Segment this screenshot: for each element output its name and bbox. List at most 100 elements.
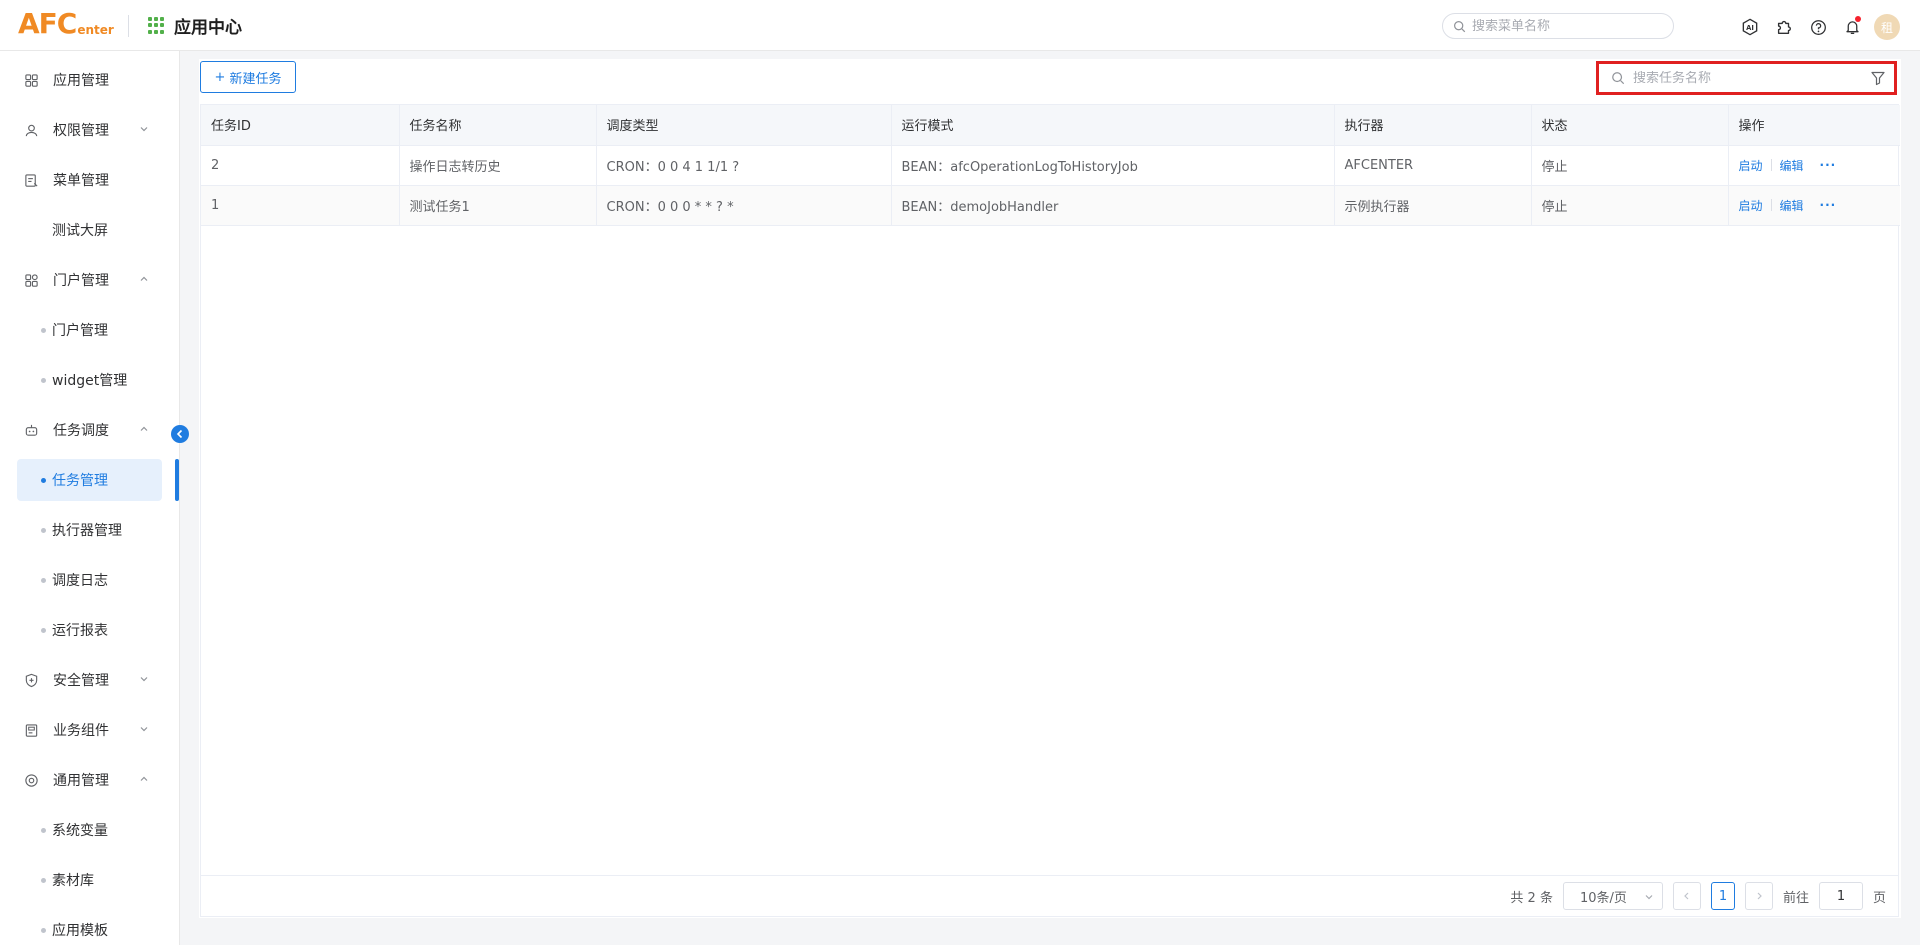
app-center-label: 应用中心	[174, 18, 242, 38]
edit-task-link[interactable]: 编辑	[1780, 157, 1804, 174]
task-search-box[interactable]	[1596, 61, 1897, 95]
task-management-panel: + 新建任务 任务ID 任务名称 调度类型 运行模式 执行器 状态 操作	[199, 59, 1901, 918]
sidebar-item[interactable]: 业务组件	[17, 709, 162, 751]
puzzle-icon[interactable]	[1774, 17, 1794, 37]
cell-status: 停止	[1531, 145, 1729, 186]
col-header-schedule-type: 调度类型	[596, 105, 892, 146]
sidebar-item-label: 任务管理	[52, 473, 108, 489]
portal-icon	[23, 272, 39, 288]
bullet-dot-icon	[41, 527, 46, 533]
sidebar-item[interactable]: 运行报表	[17, 609, 162, 651]
sidebar-item[interactable]: 素材库	[17, 859, 162, 901]
col-header-actions: 操作	[1728, 105, 1900, 146]
bullet-dot-icon	[41, 477, 46, 483]
chevron-up-icon	[138, 273, 150, 285]
plus-icon: +	[214, 69, 226, 85]
header-divider	[128, 15, 129, 37]
action-divider	[1770, 199, 1772, 211]
menu-search-input[interactable]	[1472, 18, 1652, 34]
start-task-link[interactable]: 启动	[1739, 157, 1763, 174]
next-page-button[interactable]	[1744, 882, 1773, 910]
bullet-dot-icon	[41, 927, 46, 933]
sidebar-item[interactable]: 门户管理	[17, 309, 162, 351]
sidebar: 应用管理 权限管理 菜单管理 测试大屏 门户管理 门户管理 widget管理 任务调度 任务管理…	[0, 51, 180, 945]
table-header-row: 任务ID 任务名称 调度类型 运行模式 执行器 状态 操作	[201, 105, 1900, 146]
sidebar-item-label: widget管理	[52, 373, 128, 389]
task-table: 任务ID 任务名称 调度类型 运行模式 执行器 状态 操作 2 操作日志转历史 …	[200, 104, 1900, 917]
sidebar-item-label: 应用管理	[53, 73, 109, 89]
search-icon	[1612, 72, 1625, 85]
sidebar-item[interactable]: 菜单管理	[17, 159, 162, 201]
more-actions-icon[interactable]: ···	[1820, 158, 1837, 172]
ai-icon[interactable]: AI	[1740, 17, 1760, 37]
sidebar-item[interactable]: 系统变量	[17, 809, 162, 851]
bell-icon[interactable]	[1842, 16, 1862, 37]
sidebar-item[interactable]: 调度日志	[17, 559, 162, 601]
app-center-switcher[interactable]: 应用中心	[148, 13, 242, 38]
new-task-button[interactable]: + 新建任务	[200, 61, 296, 93]
app-grid-icon	[148, 16, 166, 35]
sidebar-item[interactable]: 权限管理	[17, 109, 162, 151]
sidebar-item-label: 系统变量	[52, 823, 108, 839]
bullet-dot-icon	[41, 827, 46, 833]
chevron-up-icon	[138, 773, 150, 785]
menu-doc-icon	[23, 172, 39, 188]
sidebar-item-label: 安全管理	[53, 673, 109, 689]
sidebar-item[interactable]: 任务调度	[17, 409, 162, 451]
filter-icon[interactable]	[1870, 70, 1886, 86]
sidebar-item[interactable]: 任务管理	[17, 459, 162, 501]
goto-page-input[interactable]	[1818, 882, 1863, 910]
cell-task-id: 1	[201, 185, 400, 226]
user-icon	[23, 122, 39, 138]
sidebar-item[interactable]: widget管理	[17, 359, 162, 401]
more-actions-icon[interactable]: ···	[1820, 198, 1837, 212]
sidebar-item-label: 调度日志	[52, 573, 108, 589]
sidebar-item[interactable]: 应用模板	[17, 909, 162, 945]
pagination-divider	[201, 875, 1898, 876]
svg-text:AI: AI	[1746, 24, 1754, 32]
menu-search-box[interactable]	[1442, 13, 1674, 39]
sidebar-active-indicator	[175, 459, 179, 501]
sidebar-item-label: 门户管理	[53, 273, 109, 289]
component-icon	[23, 722, 39, 738]
edit-task-link[interactable]: 编辑	[1780, 197, 1804, 214]
sidebar-item[interactable]: 测试大屏	[17, 209, 162, 251]
sidebar-item-label: 通用管理	[53, 773, 109, 789]
sidebar-item[interactable]: 通用管理	[17, 759, 162, 801]
afcenter-logo[interactable]: AFC enter	[18, 8, 114, 40]
sidebar-item-label: 菜单管理	[53, 173, 109, 189]
sidebar-item[interactable]: 安全管理	[17, 659, 162, 701]
sidebar-item-label: 任务调度	[53, 423, 109, 439]
sidebar-item-label: 执行器管理	[52, 523, 122, 539]
sidebar-item-label: 权限管理	[53, 123, 109, 139]
cell-task-name: 测试任务1	[399, 185, 597, 226]
task-search-input[interactable]	[1633, 70, 1863, 86]
sidebar-item-label: 素材库	[52, 873, 94, 889]
search-icon	[1454, 20, 1466, 32]
page-suffix: 页	[1872, 890, 1886, 906]
page-number-button[interactable]: 1	[1710, 882, 1735, 910]
logo-text: AFC	[18, 7, 77, 40]
total-count: 共 2 条	[1510, 890, 1553, 906]
apps-icon	[23, 72, 39, 88]
robot-icon	[23, 422, 39, 438]
sidebar-item[interactable]: 应用管理	[17, 59, 162, 101]
sidebar-item[interactable]: 执行器管理	[17, 509, 162, 551]
help-icon[interactable]	[1808, 17, 1828, 37]
cell-executor: AFCENTER	[1334, 145, 1532, 186]
sidebar-item-label: 测试大屏	[52, 223, 108, 239]
col-header-task-id: 任务ID	[201, 105, 400, 146]
shield-icon	[23, 672, 39, 688]
sidebar-item[interactable]: 门户管理	[17, 259, 162, 301]
col-header-run-mode: 运行模式	[891, 105, 1335, 146]
page-size-select[interactable]: 10条/页	[1562, 882, 1663, 910]
chevron-left-icon	[1684, 892, 1689, 900]
chevron-down-icon	[138, 723, 150, 735]
sidebar-collapse-button[interactable]	[171, 425, 189, 443]
top-bar: AFC enter 应用中心 AI 租	[0, 0, 1920, 51]
prev-page-button[interactable]	[1672, 882, 1701, 910]
col-header-task-name: 任务名称	[399, 105, 597, 146]
chevron-up-icon	[138, 423, 150, 435]
start-task-link[interactable]: 启动	[1739, 197, 1763, 214]
avatar[interactable]: 租	[1874, 14, 1900, 40]
